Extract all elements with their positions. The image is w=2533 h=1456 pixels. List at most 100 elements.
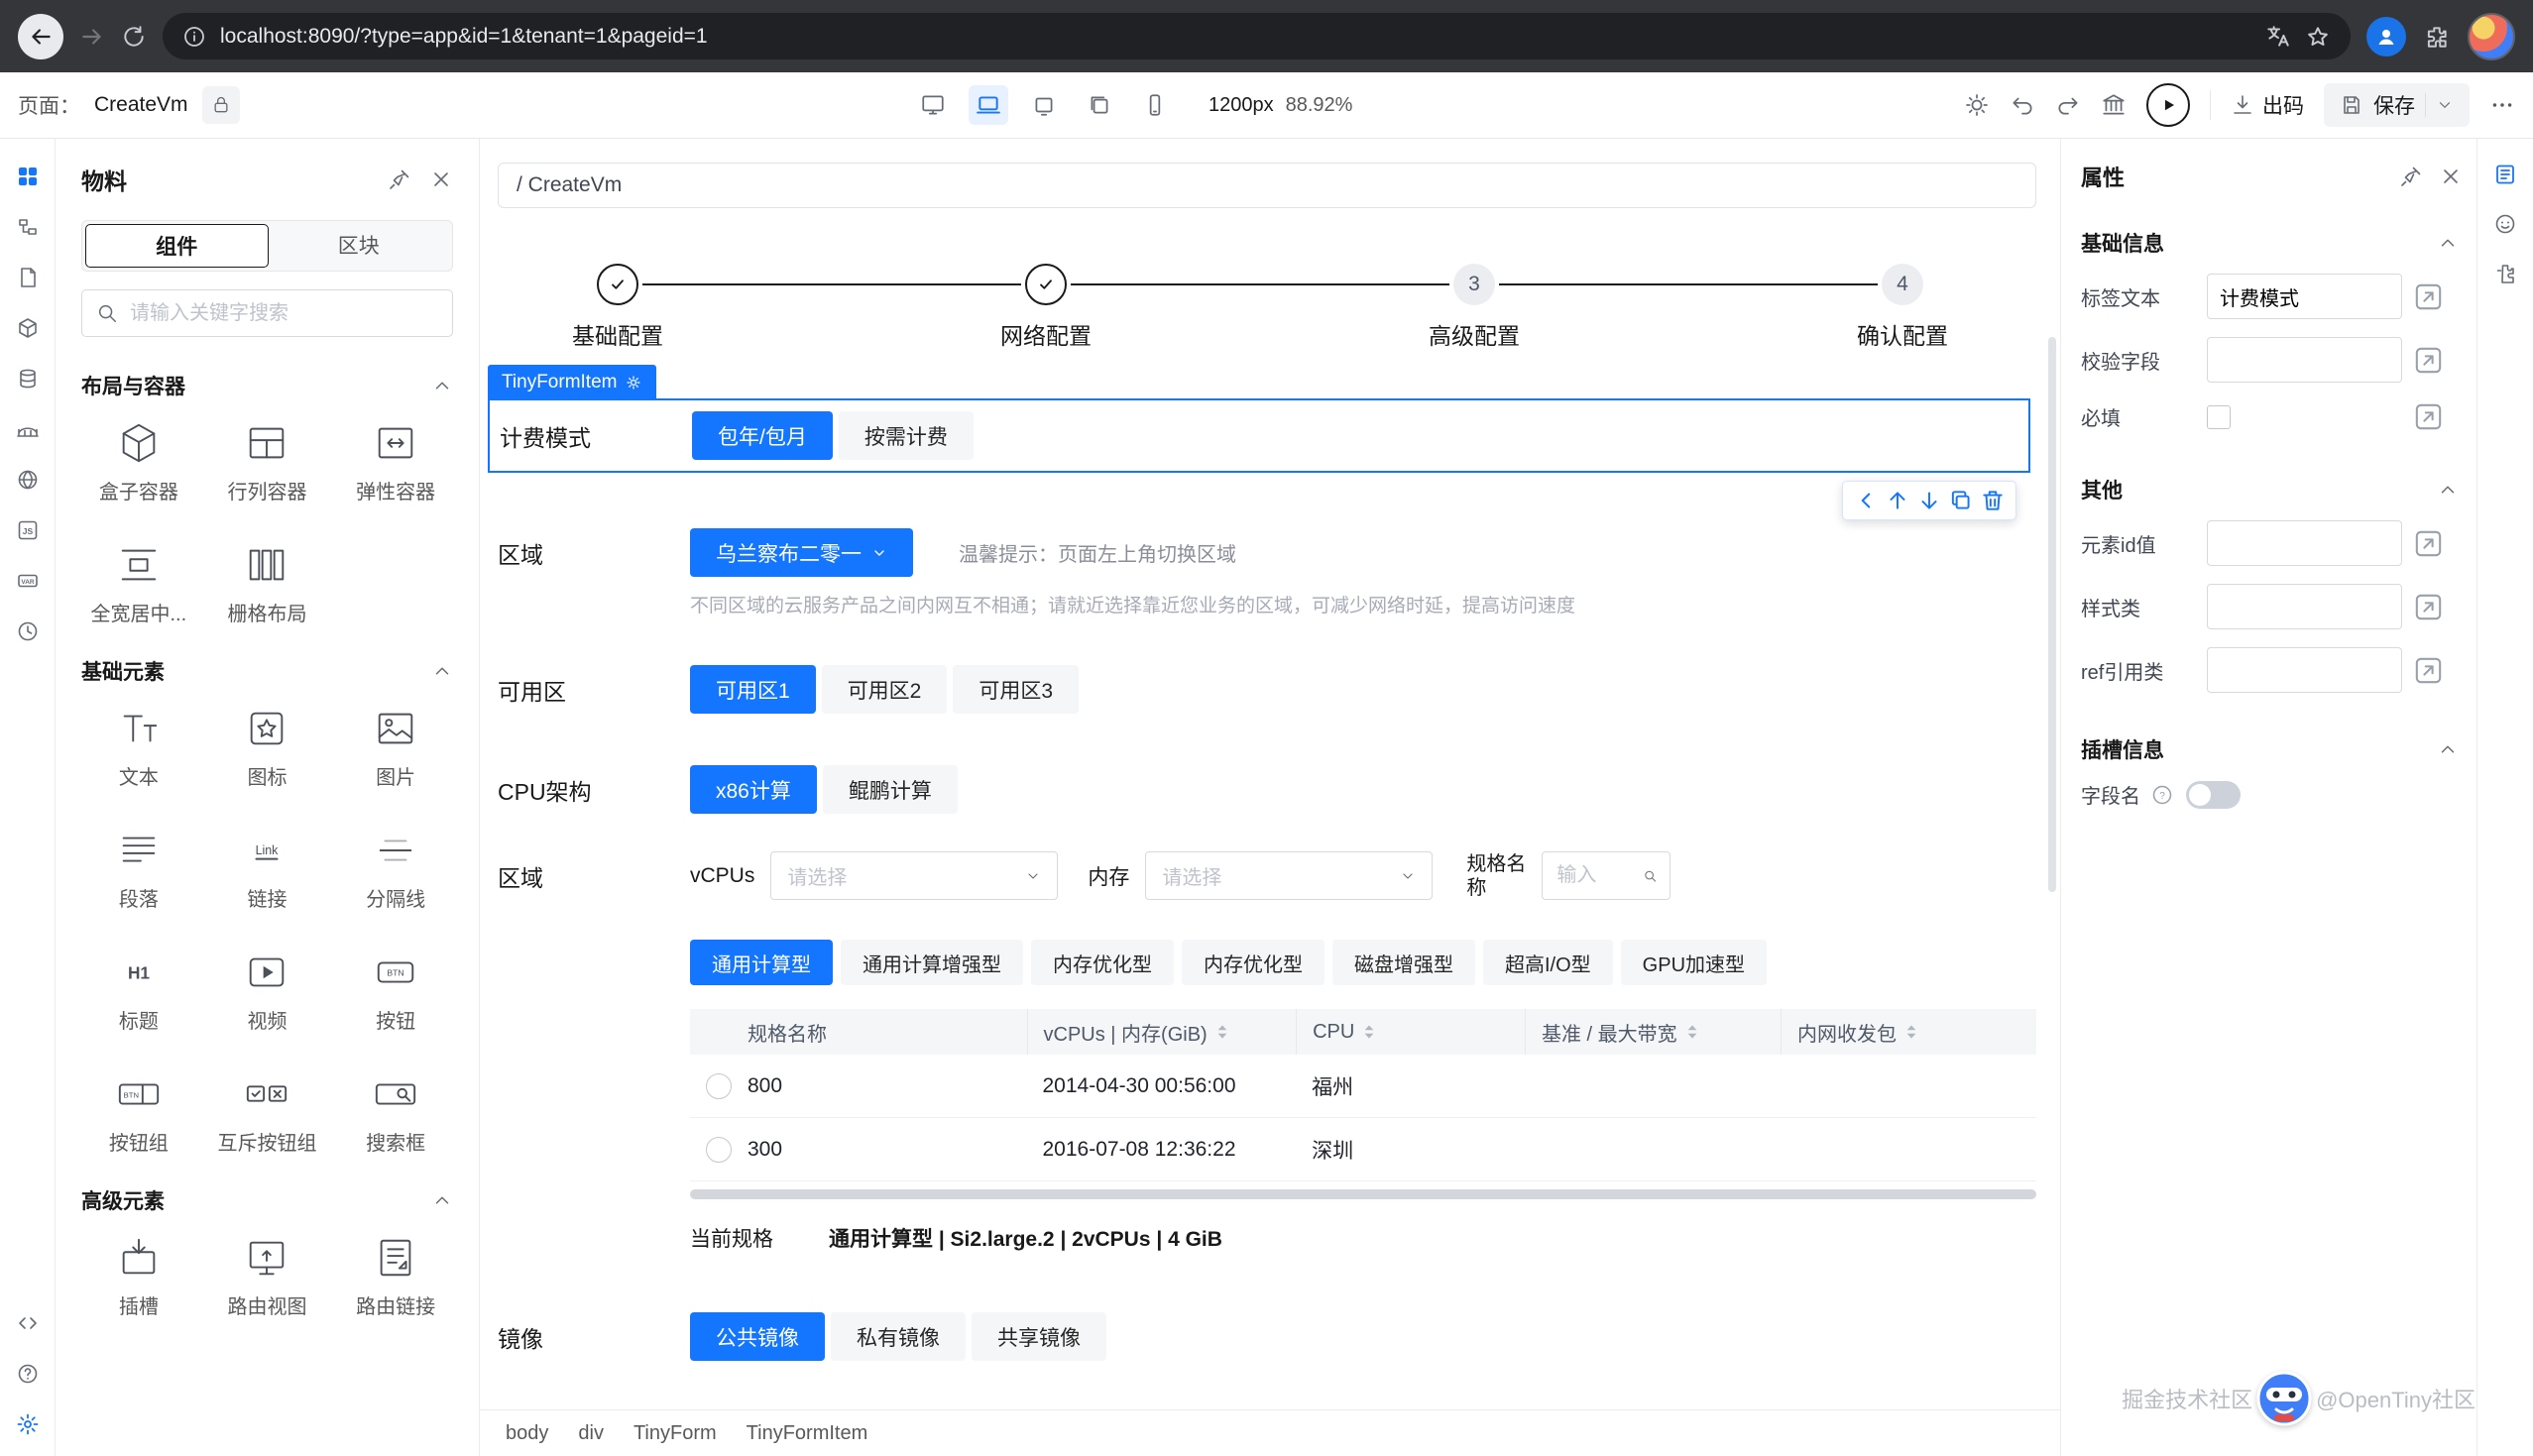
selected-component-outline[interactable]: TinyFormItem 计费模式 包年/包月 按需计费 (488, 398, 2030, 473)
step-3[interactable]: 3 高级配置 (1410, 264, 1539, 351)
spec-tab[interactable]: 内存优化型 (1031, 940, 1174, 985)
bind-variable-icon[interactable] (2412, 591, 2445, 623)
profile-avatar[interactable] (2468, 13, 2515, 60)
code-icon[interactable] (16, 1311, 40, 1335)
help-circle-icon[interactable]: ? (2150, 783, 2174, 807)
public-image-button[interactable]: 公共镜像 (690, 1312, 825, 1361)
section-basic-info[interactable]: 基础信息 (2061, 204, 2476, 274)
materials-search-input[interactable] (128, 301, 438, 326)
canvas-breadcrumb[interactable]: / CreateVm (498, 163, 2036, 208)
site-info-icon[interactable] (182, 25, 206, 49)
node-path-item[interactable]: TinyForm (633, 1422, 717, 1445)
spec-radio[interactable] (706, 1073, 732, 1099)
required-checkbox[interactable] (2207, 405, 2231, 429)
material-item[interactable]: 插槽 (77, 1235, 200, 1319)
device-pages-button[interactable] (1080, 85, 1119, 125)
device-desktop-button[interactable] (913, 85, 953, 125)
assistant-icon[interactable] (2493, 212, 2517, 236)
sort-icon[interactable] (1215, 1023, 1229, 1041)
ref-input[interactable] (2207, 647, 2402, 693)
tab-blocks[interactable]: 区块 (269, 224, 450, 266)
x86-button[interactable]: x86计算 (690, 765, 817, 814)
bind-variable-icon[interactable] (2412, 654, 2445, 687)
style-class-input[interactable] (2207, 584, 2402, 629)
block-icon[interactable] (16, 316, 40, 340)
private-image-button[interactable]: 私有镜像 (831, 1312, 966, 1361)
material-item[interactable]: 路由链接 (334, 1235, 457, 1319)
slot-toggle[interactable] (2186, 781, 2241, 809)
billing-yearly-button[interactable]: 包年/包月 (692, 411, 833, 460)
save-button[interactable]: 保存 (2324, 83, 2470, 127)
redo-icon[interactable] (2055, 92, 2081, 118)
bookmark-star-icon[interactable] (2305, 24, 2331, 50)
steps-component[interactable]: 基础配置 网络配置 3 高级配置 4 确认配置 (553, 264, 1967, 351)
step-4[interactable]: 4 确认配置 (1838, 264, 1967, 351)
materials-search[interactable] (81, 289, 453, 337)
export-code-button[interactable]: 出码 (2231, 90, 2304, 120)
history-clock-icon[interactable] (16, 619, 40, 643)
url-bar[interactable]: localhost:8090/?type=app&id=1&tenant=1&p… (163, 13, 2351, 59)
state-variable-icon[interactable]: VAR (16, 569, 40, 593)
spec-tab[interactable]: GPU加速型 (1621, 940, 1767, 985)
bind-variable-icon[interactable] (2412, 344, 2445, 377)
pin-icon[interactable] (388, 168, 411, 191)
step-2[interactable]: 网络配置 (981, 264, 1110, 351)
spec-table-row[interactable]: 300 2016-07-08 12:36:22 深圳 (690, 1118, 2036, 1181)
translate-icon[interactable] (2265, 24, 2291, 50)
settings-gear-icon[interactable] (16, 1412, 40, 1436)
page-icon[interactable] (16, 266, 40, 289)
material-item[interactable]: 路由视图 (206, 1235, 329, 1319)
spec-table-row[interactable]: 800 2014-04-30 00:56:00 福州 (690, 1055, 2036, 1118)
table-horizontal-scrollbar[interactable] (690, 1189, 2036, 1199)
columns-icon[interactable] (2101, 92, 2127, 118)
kunpeng-button[interactable]: 鲲鹏计算 (823, 765, 958, 814)
page-name[interactable]: CreateVm (94, 93, 188, 117)
material-item[interactable]: 图片 (334, 706, 457, 790)
spec-tab[interactable]: 内存优化型 (1182, 940, 1324, 985)
delete-icon[interactable] (1980, 488, 2006, 513)
extension-avatar[interactable] (2366, 17, 2406, 56)
chevron-down-icon[interactable] (2436, 96, 2454, 114)
memory-select[interactable]: 请选择 (1145, 851, 1433, 900)
close-icon[interactable] (429, 168, 453, 191)
node-path-item[interactable]: TinyFormItem (747, 1422, 868, 1445)
material-item[interactable]: 段落 (77, 828, 200, 912)
datasource-icon[interactable] (16, 367, 40, 391)
group-advanced-header[interactable]: 高级元素 (56, 1156, 479, 1231)
bind-variable-icon[interactable] (2412, 280, 2445, 313)
bind-variable-icon[interactable] (2412, 400, 2445, 433)
copy-icon[interactable] (1948, 488, 1974, 513)
schema-panel-icon[interactable] (2493, 163, 2517, 186)
spec-radio[interactable] (706, 1137, 732, 1163)
billing-ondemand-button[interactable]: 按需计费 (839, 411, 974, 460)
material-item[interactable]: H1标题 (77, 950, 200, 1034)
bind-variable-icon[interactable] (2412, 527, 2445, 560)
back-button[interactable] (18, 14, 63, 59)
refresh-button[interactable] (121, 24, 147, 50)
spec-tab[interactable]: 通用计算增强型 (841, 940, 1023, 985)
tab-components[interactable]: 组件 (85, 224, 269, 268)
material-item[interactable]: 互斥按钮组 (206, 1071, 329, 1156)
validate-field-input[interactable] (2207, 337, 2402, 383)
spec-tab[interactable]: 磁盘增强型 (1332, 940, 1475, 985)
select-parent-icon[interactable] (1853, 488, 1879, 513)
device-tablet-button[interactable] (1024, 85, 1064, 125)
sort-icon[interactable] (1904, 1023, 1918, 1041)
label-text-input[interactable] (2207, 274, 2402, 319)
material-item[interactable]: 分隔线 (334, 828, 457, 912)
help-icon[interactable] (16, 1362, 40, 1386)
group-layout-header[interactable]: 布局与容器 (56, 341, 479, 416)
more-menu-icon[interactable] (2489, 92, 2515, 118)
az3-button[interactable]: 可用区3 (953, 665, 1079, 714)
pin-icon[interactable] (2399, 165, 2423, 188)
material-item[interactable]: BTN按钮组 (77, 1071, 200, 1156)
extensions-puzzle-icon[interactable] (2424, 24, 2450, 50)
close-icon[interactable] (2439, 165, 2463, 188)
move-down-icon[interactable] (1916, 488, 1942, 513)
lock-button[interactable] (202, 86, 240, 124)
region-select-button[interactable]: 乌兰察布二零一 (690, 528, 913, 577)
device-phone-button[interactable] (1135, 85, 1175, 125)
step-1[interactable]: 基础配置 (553, 264, 682, 351)
section-other[interactable]: 其他 (2061, 451, 2476, 520)
theme-icon[interactable] (1964, 92, 1990, 118)
